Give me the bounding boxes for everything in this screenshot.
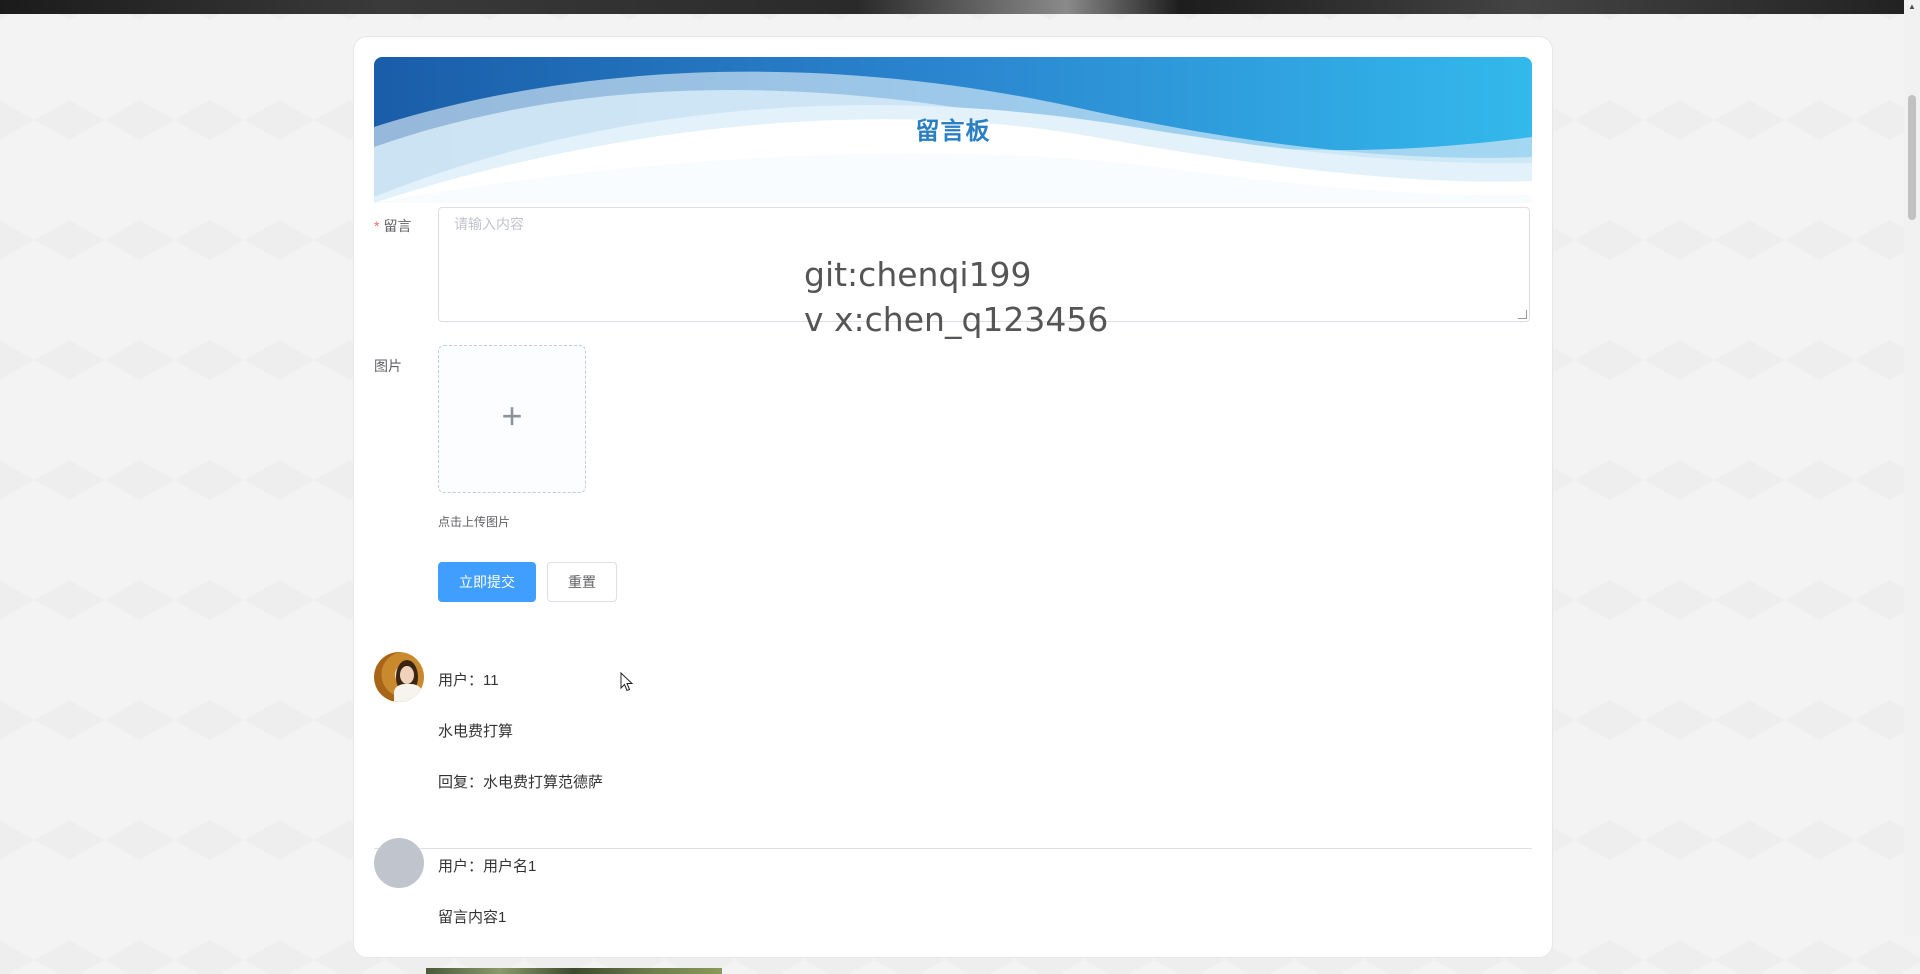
top-banner-image	[0, 0, 1904, 14]
message-divider	[374, 848, 1532, 849]
message-label: * 留言	[374, 216, 411, 236]
message-content: 水电费打算	[438, 723, 514, 740]
scrollbar-thumb[interactable]	[1908, 95, 1916, 220]
message-board-header: 留言板	[374, 57, 1532, 203]
vertical-scrollbar[interactable]: ▲	[1904, 0, 1920, 936]
image-label: 图片	[374, 358, 402, 374]
resize-handle-icon[interactable]	[1518, 310, 1527, 319]
avatar[interactable]	[374, 652, 424, 702]
message-placeholder: 请输入内容	[454, 216, 524, 232]
message-user: 用户：用户名1	[438, 858, 537, 875]
page-title: 留言板	[915, 118, 991, 145]
reset-button[interactable]: 重置	[547, 562, 617, 602]
message-reply: 回复：水电费打算范德萨	[438, 774, 604, 791]
watermark-text: git:chenqi199 v x:chen_q123456	[804, 255, 1109, 339]
message-board-card: 留言板 * 留言 请输入内容 图片 + 点击上传图片 立即提交 重置 用户：11 …	[353, 36, 1553, 974]
message-user: 用户：11	[438, 672, 499, 689]
upload-tip: 点击上传图片	[438, 515, 511, 529]
avatar[interactable]	[374, 838, 424, 888]
message-label-text: 留言	[383, 218, 412, 234]
scroll-up-arrow-icon[interactable]: ▲	[1904, 0, 1920, 14]
image-uploader[interactable]: +	[438, 345, 586, 493]
plus-icon: +	[501, 395, 523, 436]
message-image[interactable]	[426, 968, 722, 974]
mouse-cursor-icon	[620, 672, 634, 692]
message-content: 留言内容1	[438, 909, 507, 926]
required-asterisk: *	[374, 218, 380, 234]
submit-button[interactable]: 立即提交	[438, 562, 536, 602]
